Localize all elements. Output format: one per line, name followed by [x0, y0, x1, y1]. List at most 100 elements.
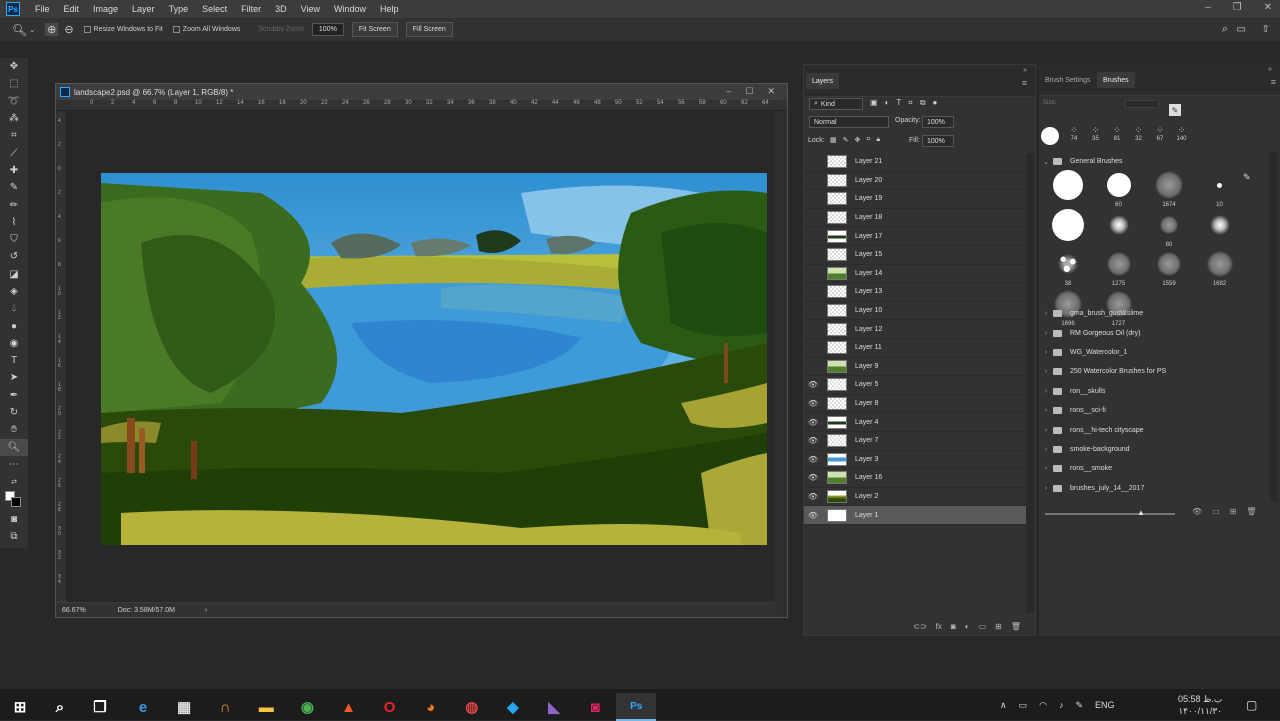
- hand-tool-icon[interactable]: ✋︎: [0, 421, 28, 438]
- crop-tool-icon[interactable]: ⌗: [0, 127, 28, 144]
- lock-position-icon[interactable]: ✥: [855, 136, 861, 144]
- adjustment-layer-icon[interactable]: ◐: [965, 622, 970, 631]
- shape-filter-icon[interactable]: ⌗: [908, 98, 913, 108]
- wifi-icon[interactable]: ◠: [1039, 700, 1047, 711]
- add-mask-icon[interactable]: ◙: [951, 622, 956, 631]
- photoshop-logo-icon[interactable]: Ps: [6, 2, 20, 16]
- zoom-all-checkbox[interactable]: Zoom All Windows: [172, 26, 240, 33]
- windows-start-icon[interactable]: ⊞: [0, 693, 40, 721]
- menu-layer[interactable]: Layer: [125, 4, 162, 14]
- calculator-icon[interactable]: ▦: [164, 693, 204, 721]
- blur-tool-icon[interactable]: 💧︎: [0, 300, 28, 317]
- brushes-scrollbar[interactable]: [1270, 152, 1278, 502]
- zoom-tool-icon[interactable]: 🔍︎: [0, 438, 28, 456]
- quick-select-tool-icon[interactable]: ⁂: [0, 110, 28, 127]
- layer-row[interactable]: Layer 10: [804, 302, 1026, 321]
- file-explorer-icon[interactable]: ▬: [246, 693, 286, 721]
- brush-preset[interactable]: [1043, 208, 1093, 248]
- rotate-view-icon[interactable]: ↻: [0, 404, 28, 421]
- chevron-right-icon[interactable]: ›: [205, 607, 207, 614]
- zoom-tool-icon[interactable]: 🔍︎: [12, 23, 27, 37]
- slider-thumb-icon[interactable]: ▲: [1137, 508, 1145, 517]
- minimize-icon[interactable]: –: [1205, 2, 1211, 13]
- photoshop-icon[interactable]: Ps: [616, 693, 657, 721]
- layer-row[interactable]: Layer 21: [804, 153, 1026, 172]
- mixer-brush-icon[interactable]: ⌇: [0, 214, 28, 231]
- zoom-percent-field[interactable]: 100%: [311, 23, 344, 36]
- adjustment-filter-icon[interactable]: ◐: [885, 98, 890, 108]
- menu-filter[interactable]: Filter: [234, 4, 268, 14]
- screen-mode-icon[interactable]: ⧉: [0, 528, 28, 545]
- vscode-icon[interactable]: ◆: [493, 693, 533, 721]
- new-folder-icon[interactable]: ▭: [1212, 507, 1220, 516]
- filter-toggle-icon[interactable]: ●: [933, 98, 938, 108]
- maximize-icon[interactable]: ❐: [1233, 2, 1242, 13]
- chevron-up-icon[interactable]: ∧: [1000, 700, 1007, 711]
- recent-brush[interactable]: ⁘ 67: [1151, 124, 1169, 148]
- brush-preset[interactable]: 1682: [1195, 248, 1245, 287]
- close-icon[interactable]: ✕: [1264, 2, 1272, 13]
- healing-brush-icon[interactable]: ✚: [0, 162, 28, 179]
- layer-row[interactable]: Layer 15: [804, 246, 1026, 265]
- brush-set-folder[interactable]: › 250 Watercolor Brushes for PS: [1039, 362, 1267, 381]
- color-swatches[interactable]: [0, 490, 28, 510]
- delete-brush-icon[interactable]: 🗑︎: [1246, 507, 1256, 516]
- type-tool-icon[interactable]: T: [0, 352, 28, 369]
- brush-preset[interactable]: [1094, 209, 1144, 248]
- recent-brush[interactable]: ⁘ 35: [1087, 124, 1105, 148]
- language-indicator[interactable]: ENG: [1095, 700, 1115, 710]
- layer-row[interactable]: 👁︎ Layer 2: [804, 488, 1026, 507]
- layers-scrollbar[interactable]: [1026, 153, 1034, 613]
- brush-preset[interactable]: 38: [1043, 248, 1093, 287]
- chrome-icon[interactable]: ◉: [287, 693, 327, 721]
- notification-icon[interactable]: ▢: [1246, 689, 1257, 721]
- visual-studio-icon[interactable]: ◣: [534, 693, 574, 721]
- dodge-tool-icon[interactable]: ●: [0, 317, 28, 334]
- layer-row[interactable]: 👁︎ Layer 16: [804, 469, 1026, 488]
- doc-close-icon[interactable]: ✕: [767, 86, 775, 97]
- menu-view[interactable]: View: [294, 4, 327, 14]
- brush-settings-tab[interactable]: Brush Settings: [1039, 72, 1097, 88]
- menu-help[interactable]: Help: [373, 4, 406, 14]
- more-tools-icon[interactable]: ⋯: [0, 456, 28, 473]
- brush-set-folder[interactable]: › brushes_july_14__2017: [1039, 479, 1267, 498]
- smart-filter-icon[interactable]: ⧉: [920, 98, 926, 108]
- menu-3d[interactable]: 3D: [268, 4, 294, 14]
- collapse-panel-icon[interactable]: »: [1023, 67, 1027, 74]
- size-field[interactable]: [1125, 100, 1159, 108]
- chevron-down-icon[interactable]: ⌄: [29, 26, 35, 34]
- canvas-area[interactable]: [67, 111, 775, 602]
- eyedropper-tool-icon[interactable]: ⟋: [0, 144, 28, 161]
- clock[interactable]: 05:58 ب.ظ ۱۴۰۰/۱۱/۳۰: [1178, 689, 1222, 721]
- fit-screen-button[interactable]: Fit Screen: [351, 22, 398, 37]
- pixel-filter-icon[interactable]: ▣: [870, 98, 878, 108]
- brush-size-slider[interactable]: [1045, 513, 1175, 515]
- layer-row[interactable]: Layer 12: [804, 320, 1026, 339]
- panel-menu-icon[interactable]: ≡: [1271, 77, 1276, 87]
- new-layer-icon[interactable]: ⊞: [995, 622, 1002, 631]
- layer-row[interactable]: 👁︎ Layer 5: [804, 376, 1026, 395]
- zoom-out-icon[interactable]: ⊖: [64, 23, 73, 36]
- doc-minimize-icon[interactable]: –: [726, 86, 731, 97]
- path-select-icon[interactable]: ➤: [0, 369, 28, 386]
- pen-tool-icon[interactable]: ✒: [0, 387, 28, 404]
- layer-row[interactable]: 👁︎ Layer 3: [804, 451, 1026, 470]
- delete-layer-icon[interactable]: 🗑︎: [1011, 622, 1021, 631]
- blend-mode-select[interactable]: Normal: [809, 116, 889, 128]
- brush-preset[interactable]: 1559: [1144, 248, 1194, 287]
- current-brush-preview[interactable]: [1041, 127, 1059, 145]
- menu-window[interactable]: Window: [327, 4, 373, 14]
- menu-edit[interactable]: Edit: [57, 4, 87, 14]
- layer-row[interactable]: 👁︎ Layer 8: [804, 395, 1026, 414]
- search-icon[interactable]: ⌕: [1222, 23, 1228, 36]
- recent-brush[interactable]: ⁘ 140: [1173, 124, 1191, 148]
- layer-row[interactable]: Layer 11: [804, 339, 1026, 358]
- menu-select[interactable]: Select: [195, 4, 234, 14]
- pencil-tool-icon[interactable]: ✏: [0, 196, 28, 213]
- clone-stamp-icon[interactable]: ⛉: [0, 231, 28, 248]
- recent-brush[interactable]: ⁘ 32: [1130, 124, 1148, 148]
- link-layers-icon[interactable]: ⊂⊃: [913, 622, 926, 631]
- eye-icon[interactable]: 👁︎: [804, 399, 822, 408]
- pen-workspace-icon[interactable]: ✎: [1075, 700, 1083, 711]
- lasso-tool-icon[interactable]: ➰: [0, 93, 28, 110]
